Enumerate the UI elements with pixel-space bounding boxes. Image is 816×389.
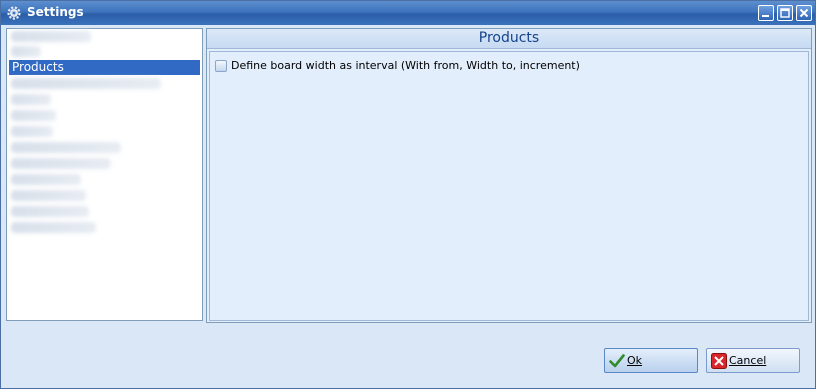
sidebar-item-products[interactable]: Products bbox=[9, 60, 200, 75]
sidebar-item-label: Products bbox=[12, 60, 64, 74]
list-item[interactable] bbox=[9, 44, 199, 59]
close-button[interactable] bbox=[796, 5, 812, 21]
list-item[interactable] bbox=[9, 108, 199, 123]
settings-content-panel: Products Define board width as interval … bbox=[206, 28, 812, 323]
minimize-button[interactable] bbox=[758, 5, 774, 21]
list-item[interactable] bbox=[9, 172, 199, 187]
board-width-interval-checkbox[interactable] bbox=[215, 60, 227, 72]
maximize-icon bbox=[780, 8, 790, 18]
list-item[interactable] bbox=[9, 140, 199, 155]
board-width-interval-label[interactable]: Define board width as interval (With fro… bbox=[231, 59, 580, 72]
checkmark-icon bbox=[609, 354, 625, 368]
settings-window: Settings Products Products Define board … bbox=[0, 0, 816, 389]
products-settings-group: Define board width as interval (With fro… bbox=[209, 51, 809, 321]
list-item[interactable] bbox=[9, 29, 199, 44]
gear-icon bbox=[6, 5, 22, 21]
list-item[interactable] bbox=[9, 124, 199, 139]
cancel-button[interactable]: Cancel bbox=[706, 348, 800, 373]
list-item[interactable] bbox=[9, 92, 199, 107]
maximize-button[interactable] bbox=[777, 5, 793, 21]
cancel-x-icon bbox=[711, 353, 727, 369]
list-item[interactable] bbox=[9, 188, 199, 203]
list-item[interactable] bbox=[9, 220, 199, 235]
ok-button[interactable]: Ok bbox=[604, 348, 698, 373]
minimize-icon bbox=[762, 15, 769, 17]
panel-title: Products bbox=[207, 29, 811, 49]
close-icon bbox=[799, 8, 809, 18]
window-title: Settings bbox=[27, 5, 84, 19]
cancel-button-label: Cancel bbox=[729, 354, 767, 367]
list-item[interactable] bbox=[9, 204, 199, 219]
list-item[interactable] bbox=[9, 156, 199, 171]
settings-category-list[interactable]: Products bbox=[6, 28, 203, 321]
title-bar[interactable]: Settings bbox=[1, 1, 815, 25]
ok-button-label: Ok bbox=[627, 354, 643, 367]
list-item[interactable] bbox=[9, 76, 199, 91]
